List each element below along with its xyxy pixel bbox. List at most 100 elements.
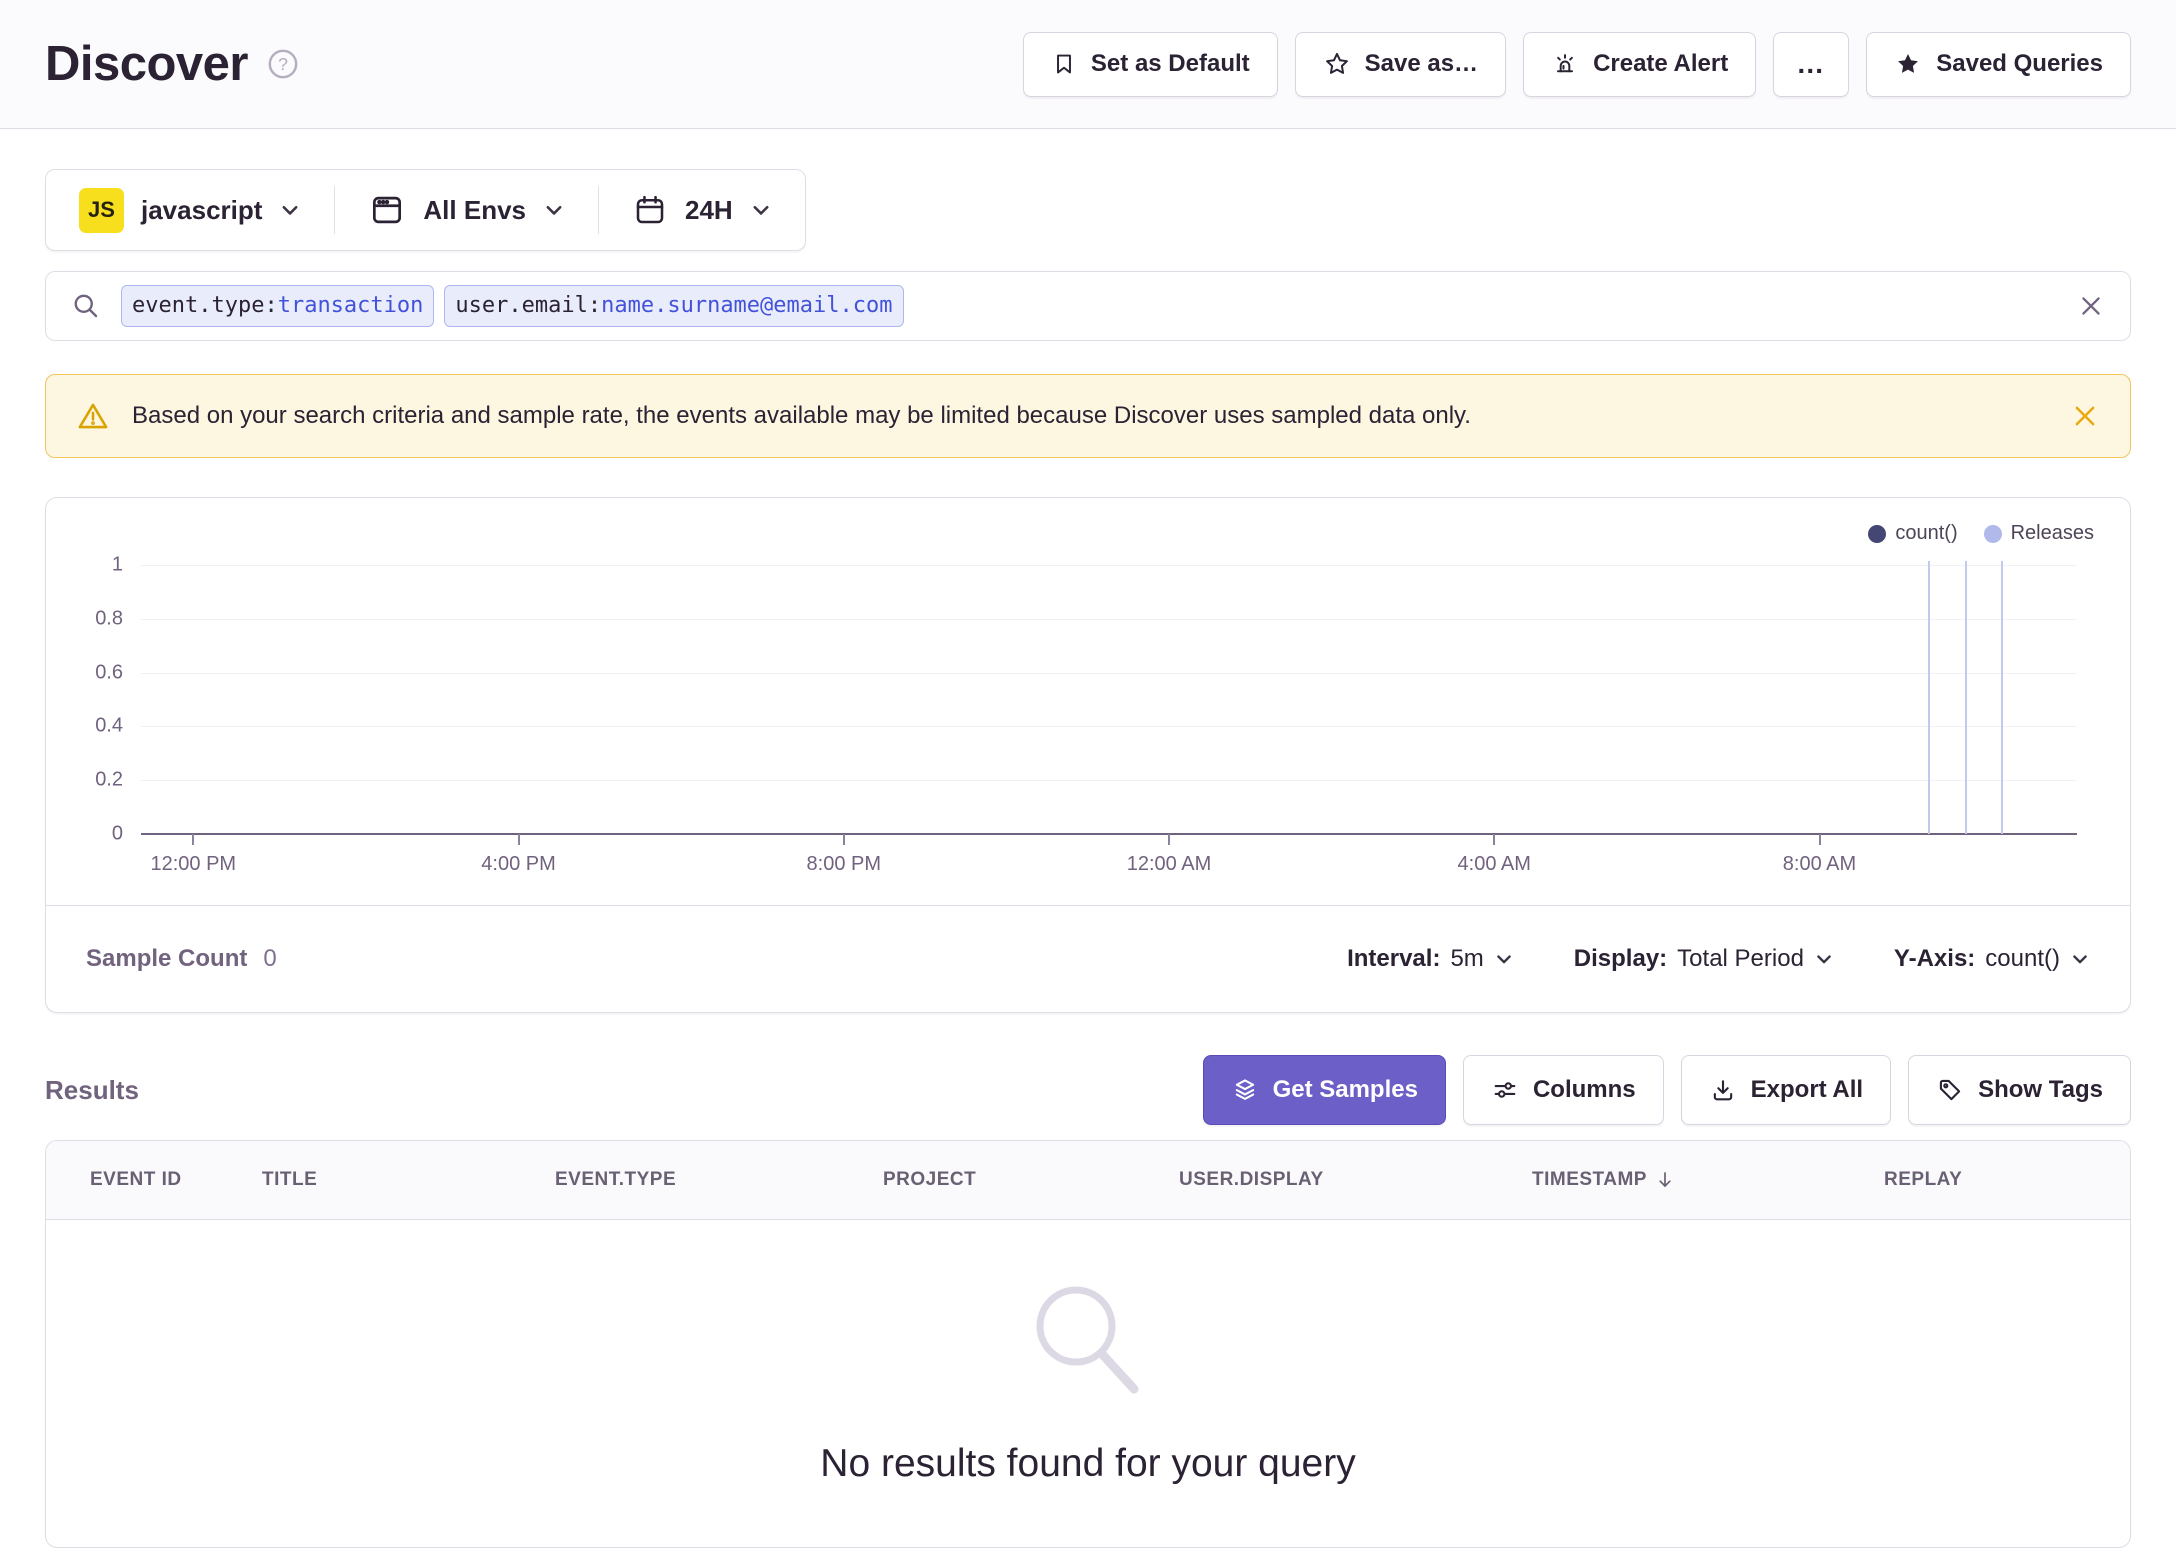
- sample-count-value: 0: [263, 945, 277, 972]
- saved-queries-label: Saved Queries: [1936, 50, 2103, 77]
- column-header-event-id[interactable]: EVENT ID: [90, 1169, 262, 1191]
- results-table-header: EVENT ID TITLE EVENT.TYPE PROJECT USER.D…: [46, 1141, 2130, 1220]
- chevron-down-icon: [1817, 955, 1831, 964]
- column-header-title[interactable]: TITLE: [262, 1169, 555, 1191]
- search-token-value: name.surname@email.com: [601, 293, 893, 318]
- top-bar: Discover ? Set as Default Save as… Creat…: [0, 0, 2176, 129]
- x-axis-tick: [842, 834, 845, 845]
- dismiss-banner-icon[interactable]: [2070, 401, 2100, 431]
- search-token-key: event.type:: [132, 293, 278, 318]
- x-axis-tick: [1168, 834, 1171, 845]
- page-filter-bar: JS javascript All Envs 24H: [45, 169, 806, 251]
- y-axis-tick-label: 0.2: [95, 768, 123, 791]
- set-as-default-button[interactable]: Set as Default: [1022, 31, 1278, 97]
- x-axis-tick: [192, 834, 195, 845]
- interval-dropdown[interactable]: Interval: 5m: [1347, 945, 1514, 973]
- get-samples-button[interactable]: Get Samples: [1202, 1055, 1446, 1125]
- gridline: [141, 780, 2077, 782]
- column-header-project[interactable]: PROJECT: [883, 1169, 1179, 1191]
- clear-search-icon[interactable]: [2077, 292, 2105, 320]
- display-dropdown[interactable]: Display: Total Period: [1574, 945, 1834, 973]
- results-toolbar: Results Get Samples Columns Export All S…: [45, 1055, 2131, 1125]
- x-axis-tick-label: 12:00 AM: [1126, 853, 1212, 875]
- sliders-icon: [1494, 1082, 1516, 1098]
- chart-plot-area: 1 0.8 0.6 0.4 0.2 0 12:00 PM 4:00 PM 8:0…: [95, 554, 2077, 875]
- svg-text:?: ?: [278, 54, 288, 74]
- project-filter[interactable]: JS javascript: [46, 187, 334, 233]
- project-filter-label: javascript: [141, 194, 263, 225]
- events-chart: count() Releases 1 0.8 0.6 0.4 0.2 0 12:…: [46, 498, 2130, 905]
- chart-footer: Sample Count 0 Interval: 5m Display: Tot…: [46, 905, 2130, 1012]
- release-marker-line[interactable]: [1927, 561, 1930, 834]
- results-empty-state: No results found for your query: [46, 1220, 2130, 1547]
- save-as-button[interactable]: Save as…: [1294, 31, 1507, 97]
- legend-item-count[interactable]: count(): [1868, 522, 1958, 545]
- results-table: EVENT ID TITLE EVENT.TYPE PROJECT USER.D…: [45, 1140, 2131, 1548]
- set-as-default-label: Set as Default: [1090, 50, 1250, 77]
- date-range-filter-label: 24H: [685, 194, 733, 225]
- y-axis-dropdown[interactable]: Y-Axis: count(): [1894, 945, 2090, 973]
- chevron-down-icon: [753, 205, 769, 215]
- column-header-event-type[interactable]: EVENT.TYPE: [555, 1169, 883, 1191]
- legend-item-releases[interactable]: Releases: [1983, 522, 2094, 545]
- environment-filter[interactable]: All Envs: [335, 191, 598, 229]
- x-axis-tick: [1493, 834, 1496, 845]
- sample-count-label: Sample Count: [86, 945, 248, 972]
- saved-queries-button[interactable]: Saved Queries: [1866, 31, 2131, 97]
- x-axis-tick: [517, 834, 520, 845]
- display-value: Total Period: [1677, 945, 1804, 972]
- get-samples-label: Get Samples: [1272, 1076, 1418, 1103]
- page-title: Discover: [45, 37, 249, 91]
- search-query-input[interactable]: event.type:transaction user.email:name.s…: [121, 285, 2057, 327]
- show-tags-label: Show Tags: [1978, 1076, 2103, 1103]
- create-alert-label: Create Alert: [1593, 50, 1729, 77]
- show-tags-button[interactable]: Show Tags: [1908, 1055, 2131, 1125]
- stack-icon: [1235, 1079, 1254, 1100]
- export-all-label: Export All: [1750, 1076, 1864, 1103]
- interval-value: 5m: [1450, 945, 1484, 972]
- column-header-timestamp[interactable]: TIMESTAMP: [1532, 1168, 1884, 1192]
- search-token[interactable]: event.type:transaction: [121, 285, 435, 327]
- x-axis-tick-label: 8:00 AM: [1782, 853, 1857, 875]
- release-marker-line[interactable]: [1964, 561, 1967, 834]
- empty-search-icon: [1036, 1286, 1139, 1393]
- empty-state-message: No results found for your query: [820, 1441, 1356, 1485]
- columns-button[interactable]: Columns: [1462, 1055, 1664, 1125]
- export-all-button[interactable]: Export All: [1680, 1055, 1892, 1125]
- gridline: [141, 672, 2077, 674]
- help-icon[interactable]: ?: [266, 47, 300, 81]
- count-series-dot-icon: [1868, 524, 1887, 543]
- x-axis-tick-label: 12:00 PM: [150, 853, 237, 875]
- warning-triangle-icon: [78, 403, 108, 429]
- gridline: [141, 618, 2077, 620]
- columns-label: Columns: [1532, 1076, 1636, 1103]
- siren-icon: [1557, 54, 1574, 73]
- y-axis-tick-label: 0.6: [95, 661, 123, 684]
- more-options-button[interactable]: …: [1773, 31, 1850, 97]
- x-axis-tick: [1818, 834, 1821, 845]
- search-token[interactable]: user.email:name.surname@email.com: [444, 285, 904, 327]
- y-axis-tick-label: 1: [111, 553, 123, 576]
- save-as-label: Save as…: [1364, 50, 1479, 77]
- date-range-filter[interactable]: 24H: [599, 192, 805, 228]
- gridline: [141, 726, 2077, 728]
- x-axis-tick-label: 8:00 PM: [806, 853, 882, 875]
- sample-count: Sample Count 0: [86, 945, 277, 973]
- release-marker-line[interactable]: [2001, 561, 2004, 834]
- releases-series-dot-icon: [1983, 524, 2002, 543]
- create-alert-button[interactable]: Create Alert: [1523, 31, 1757, 97]
- chevron-down-icon: [1496, 955, 1511, 964]
- x-axis-tick-label: 4:00 PM: [481, 853, 556, 875]
- x-axis-tick-label: 4:00 AM: [1457, 853, 1531, 875]
- column-header-user-display[interactable]: USER.DISPLAY: [1179, 1169, 1532, 1191]
- bookmark-icon: [1056, 54, 1071, 74]
- chart-legend: count() Releases: [1868, 522, 2094, 545]
- legend-releases-label: Releases: [2010, 522, 2094, 544]
- search-token-key: user.email:: [455, 293, 602, 318]
- y-axis-value: count(): [1985, 945, 2060, 972]
- column-header-replay[interactable]: REPLAY: [1884, 1169, 2130, 1191]
- star-outline-icon: [1325, 52, 1348, 74]
- y-axis-tick-label: 0: [111, 822, 123, 845]
- search-bar[interactable]: event.type:transaction user.email:name.s…: [45, 271, 2131, 341]
- chevron-down-icon: [282, 205, 298, 215]
